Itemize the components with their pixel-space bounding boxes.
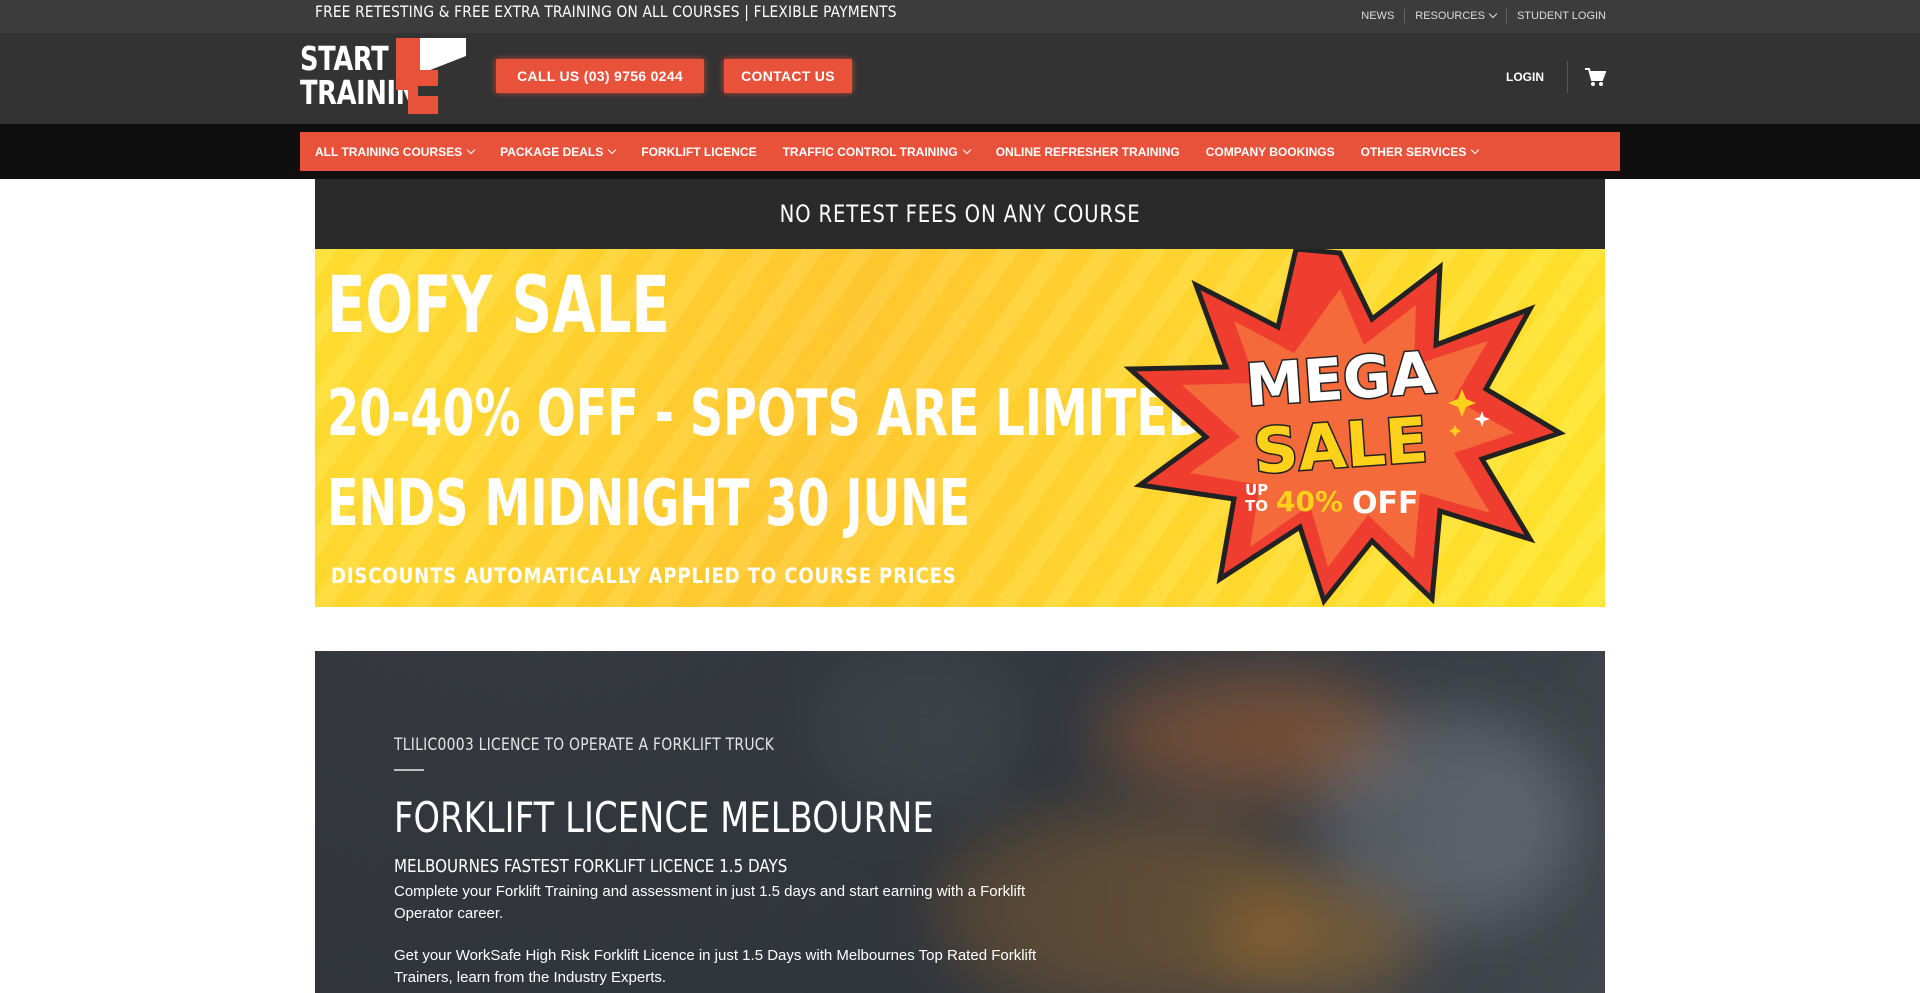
hero-content: TLILIC0003 LICENCE TO OPERATE A FORKLIFT…	[394, 735, 1074, 989]
nav-item-package-deals[interactable]: PACKAGE DEALS	[500, 145, 617, 159]
main-nav-wrapper: ALL TRAINING COURSES PACKAGE DEALS FORKL…	[0, 124, 1920, 179]
hero-subtitle: MELBOURNES FASTEST FORKLIFT LICENCE 1.5 …	[394, 856, 788, 877]
eofy-sale-banner[interactable]: EOFY SALE 20-40% OFF - SPOTS ARE LIMITED…	[315, 249, 1605, 607]
nav-item-all-training-courses[interactable]: ALL TRAINING COURSES	[315, 145, 476, 159]
top-link-news[interactable]: NEWS	[1351, 9, 1404, 23]
nav-item-other-services[interactable]: OTHER SERVICES	[1361, 145, 1480, 159]
notice-bar: NO RETEST FEES ON ANY COURSE	[315, 179, 1605, 249]
top-link-student-login[interactable]: STUDENT LOGIN	[1505, 9, 1606, 23]
hero-paragraph-1: Complete your Forklift Training and asse…	[394, 883, 1026, 922]
logo[interactable]: START TRAINING	[300, 38, 466, 114]
header-divider	[1567, 61, 1568, 93]
chevron-down-icon	[1471, 145, 1480, 154]
top-link-resources[interactable]: RESOURCES	[1404, 9, 1506, 23]
logo-mark-icon	[396, 38, 466, 114]
nav-item-traffic-control-training[interactable]: TRAFFIC CONTROL TRAINING	[783, 145, 971, 159]
top-bar: FREE RETESTING & FREE EXTRA TRAINING ON …	[0, 0, 1920, 33]
chevron-down-icon	[466, 145, 476, 154]
notice-text: NO RETEST FEES ON ANY COURSE	[779, 200, 1141, 228]
chevron-down-icon	[608, 145, 617, 154]
hero-kicker: TLILIC0003 LICENCE TO OPERATE A FORKLIFT…	[394, 735, 775, 755]
login-link[interactable]: LOGIN	[1506, 70, 1544, 84]
logo-line1: START	[300, 39, 389, 78]
hero-divider	[394, 769, 424, 771]
nav-item-forklift-licence[interactable]: FORKLIFT LICENCE	[641, 145, 756, 159]
badge-off: OFF	[1352, 486, 1419, 521]
hero-paragraph-2: Get your WorkSafe High Risk Forklift Lic…	[394, 947, 1037, 986]
cart-icon[interactable]	[1584, 67, 1607, 92]
chevron-down-icon	[962, 145, 971, 154]
top-links: NEWS RESOURCES STUDENT LOGIN	[1351, 9, 1606, 23]
main-nav: ALL TRAINING COURSES PACKAGE DEALS FORKL…	[300, 132, 1620, 171]
chevron-down-icon	[1488, 9, 1498, 19]
banner-headline: EOFY SALE	[327, 261, 670, 351]
nav-item-company-bookings[interactable]: COMPANY BOOKINGS	[1206, 145, 1335, 159]
hero-title: FORKLIFT LICENCE MELBOURNE	[394, 793, 934, 842]
nav-item-online-refresher-training[interactable]: ONLINE REFRESHER TRAINING	[996, 145, 1180, 159]
hero-section: TLILIC0003 LICENCE TO OPERATE A FORKLIFT…	[315, 651, 1605, 993]
call-us-button[interactable]: CALL US (03) 9756 0244	[496, 59, 704, 93]
badge-sale: SALE	[1251, 403, 1430, 488]
contact-us-button[interactable]: CONTACT US	[724, 59, 852, 93]
site-header: START TRAINING CALL US (03) 9756 0244 CO…	[0, 33, 1920, 124]
banner-deadline-line: ENDS MIDNIGHT 30 JUNE	[327, 467, 971, 541]
badge-to: TO	[1245, 497, 1268, 515]
mega-sale-badge: MEGA SALE UP TO 40% OFF	[1123, 249, 1566, 607]
banner-note: DISCOUNTS AUTOMATICALLY APPLIED TO COURS…	[331, 564, 957, 588]
badge-percent: 40%	[1276, 485, 1343, 518]
banner-discount-line: 20-40% OFF - SPOTS ARE LIMITED	[327, 377, 1207, 451]
promo-text: FREE RETESTING & FREE EXTRA TRAINING ON …	[315, 2, 897, 21]
